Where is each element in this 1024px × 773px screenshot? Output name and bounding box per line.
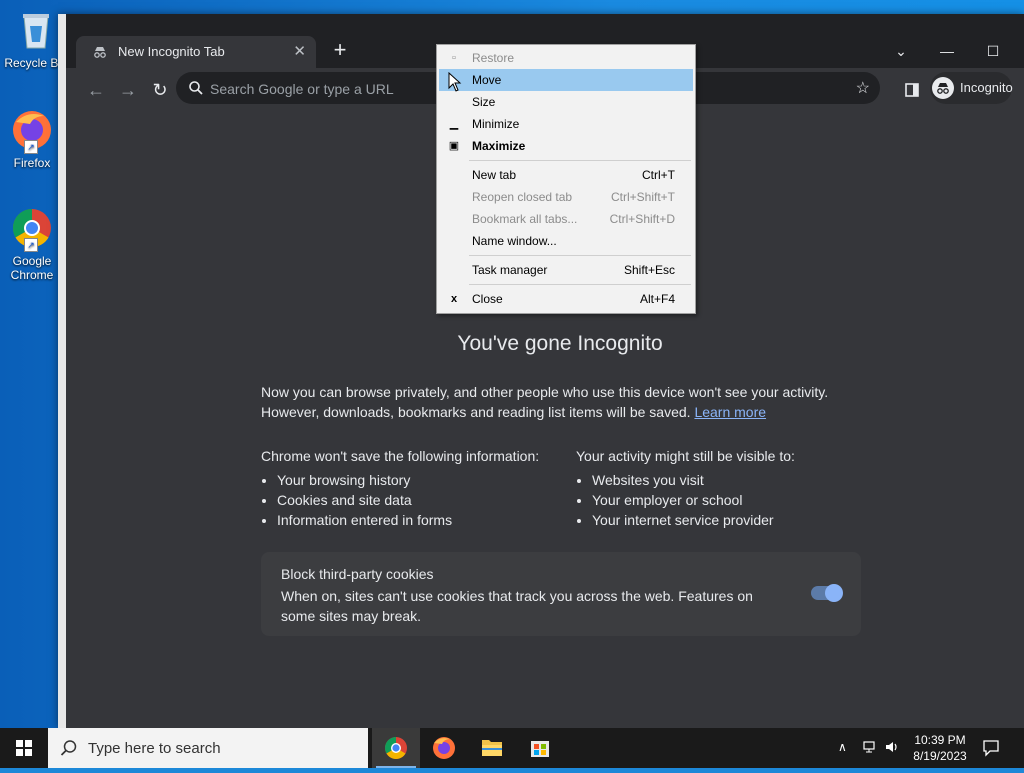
- menu-item-close[interactable]: x Close Alt+F4: [439, 288, 693, 310]
- restore-icon: ▫: [452, 52, 456, 64]
- menu-item-label: Reopen closed tab: [472, 190, 573, 204]
- tab-title: New Incognito Tab: [118, 44, 225, 59]
- incognito-profile-button[interactable]: Incognito: [930, 72, 1013, 104]
- menu-item-shortcut: Ctrl+Shift+D: [609, 212, 675, 226]
- menu-item-shortcut: Alt+F4: [639, 292, 675, 306]
- chevron-up-icon[interactable]: ∧: [838, 740, 847, 754]
- shortcut-arrow-icon: ↗: [24, 238, 38, 252]
- menu-item-move[interactable]: Move: [439, 69, 693, 91]
- window-system-menu: ▫ Restore Move Size ▁ Minimize ▣ Maximiz…: [436, 44, 696, 314]
- menu-item-size[interactable]: Size: [439, 91, 693, 113]
- menu-item-bookmark-all-tabs[interactable]: Bookmark all tabs... Ctrl+Shift+D: [439, 208, 693, 230]
- window-frame: [58, 14, 66, 728]
- taskbar-file-explorer[interactable]: [468, 728, 516, 768]
- cookies-description: When on, sites can't use cookies that tr…: [281, 588, 753, 624]
- menu-item-new-tab[interactable]: New tab Ctrl+T: [439, 164, 693, 186]
- taskbar-search[interactable]: Type here to search: [48, 728, 368, 768]
- menu-item-minimize[interactable]: ▁ Minimize: [439, 113, 693, 135]
- windows-logo-icon: [16, 740, 32, 756]
- menu-item-label: Restore: [472, 51, 515, 65]
- bookmark-star-icon[interactable]: ☆: [856, 78, 870, 98]
- menu-item-label: Task manager: [472, 263, 548, 277]
- notifications-icon[interactable]: [982, 739, 1000, 760]
- menu-item-reopen-closed-tab[interactable]: Reopen closed tab Ctrl+Shift+T: [439, 186, 693, 208]
- menu-divider: [469, 160, 691, 161]
- list-item: Cookies and site data: [277, 490, 561, 510]
- menu-item-label: Move: [472, 73, 502, 87]
- menu-item-shortcut: Ctrl+T: [642, 168, 675, 182]
- system-tray: ∧ 10:39 PM 8/19/2023: [836, 728, 1024, 768]
- recycle-bin-icon: [14, 8, 58, 52]
- menu-item-label: Close: [472, 292, 503, 306]
- menu-item-shortcut: Ctrl+Shift+T: [610, 190, 675, 204]
- menu-item-label: Maximize: [472, 139, 526, 153]
- network-icon[interactable]: [862, 739, 878, 758]
- menu-item-task-manager[interactable]: Task manager Shift+Esc: [439, 259, 693, 281]
- list-item: Your browsing history: [277, 470, 561, 490]
- incognito-avatar-icon: [932, 77, 954, 99]
- third-party-cookies-card: Block third-party cookies When on, sites…: [261, 552, 861, 636]
- firefox-icon: ↗: [10, 108, 54, 154]
- store-icon: [531, 741, 549, 757]
- start-button[interactable]: [0, 728, 48, 768]
- tab-close-icon[interactable]: ✕: [293, 42, 306, 60]
- forward-arrow-icon[interactable]: →: [116, 78, 140, 102]
- shortcut-arrow-icon: ↗: [24, 140, 38, 154]
- menu-item-restore[interactable]: ▫ Restore: [439, 47, 693, 69]
- menu-item-label: Name window...: [472, 234, 557, 248]
- taskbar-chrome[interactable]: [372, 728, 420, 768]
- not-saved-title: Chrome won't save the following informat…: [261, 448, 540, 464]
- reload-icon[interactable]: ↻: [148, 78, 172, 102]
- menu-item-label: Bookmark all tabs...: [472, 212, 578, 226]
- menu-item-name-window[interactable]: Name window...: [439, 230, 693, 252]
- still-visible-section: Your activity might still be visible to:…: [576, 446, 876, 530]
- new-tab-button[interactable]: +: [328, 38, 352, 62]
- folder-icon: [482, 740, 502, 756]
- clock-date: 8/19/2023: [913, 749, 967, 763]
- cookies-title: Block third-party cookies: [281, 566, 434, 582]
- menu-item-label: Minimize: [472, 117, 520, 131]
- menu-item-label: Size: [472, 95, 496, 109]
- volume-icon[interactable]: [884, 739, 900, 758]
- taskbar-firefox[interactable]: [420, 728, 468, 768]
- chrome-icon: [385, 737, 407, 759]
- taskbar-store[interactable]: [516, 728, 564, 768]
- search-icon: [188, 80, 204, 96]
- toggle-knob: [825, 584, 843, 602]
- mouse-cursor-icon: [448, 71, 462, 92]
- close-icon: x: [450, 293, 458, 305]
- block-cookies-toggle[interactable]: [811, 584, 843, 602]
- menu-divider: [469, 255, 691, 256]
- intro-text: Now you can browse privately, and other …: [261, 382, 861, 422]
- menu-item-label: New tab: [472, 168, 517, 182]
- firefox-icon: [433, 737, 455, 759]
- still-visible-title: Your activity might still be visible to:: [576, 448, 795, 464]
- side-panel-icon[interactable]: [900, 78, 924, 102]
- list-item: Your employer or school: [592, 490, 876, 510]
- menu-item-shortcut: Shift+Esc: [623, 263, 675, 277]
- maximize-icon: ▣: [448, 140, 460, 152]
- list-item: Websites you visit: [592, 470, 876, 490]
- chrome-icon: ↗: [10, 206, 54, 252]
- back-arrow-icon[interactable]: ←: [84, 78, 108, 102]
- search-icon: [60, 739, 78, 757]
- learn-more-link[interactable]: Learn more: [694, 404, 766, 420]
- taskbar: Type here to search ∧ 10:39 PM 8/19/2023: [0, 728, 1024, 768]
- search-placeholder: Type here to search: [88, 740, 221, 757]
- menu-item-maximize[interactable]: ▣ Maximize: [439, 135, 693, 157]
- page-title: You've gone Incognito: [457, 332, 663, 355]
- minimize-icon: ▁: [449, 118, 459, 130]
- menu-divider: [469, 284, 691, 285]
- maximize-button[interactable]: ☐: [970, 36, 1016, 66]
- list-item: Your internet service provider: [592, 510, 876, 530]
- clock[interactable]: 10:39 PM 8/19/2023: [902, 732, 978, 764]
- tab-new-incognito[interactable]: New Incognito Tab ✕: [76, 36, 316, 68]
- list-item: Information entered in forms: [277, 510, 561, 530]
- incognito-icon: [92, 44, 108, 60]
- minimize-button[interactable]: —: [924, 36, 970, 66]
- not-saved-section: Chrome won't save the following informat…: [261, 446, 561, 530]
- clock-time: 10:39 PM: [914, 733, 966, 747]
- profile-label: Incognito: [960, 80, 1013, 95]
- tab-search-chevron-icon[interactable]: ⌄: [878, 36, 924, 66]
